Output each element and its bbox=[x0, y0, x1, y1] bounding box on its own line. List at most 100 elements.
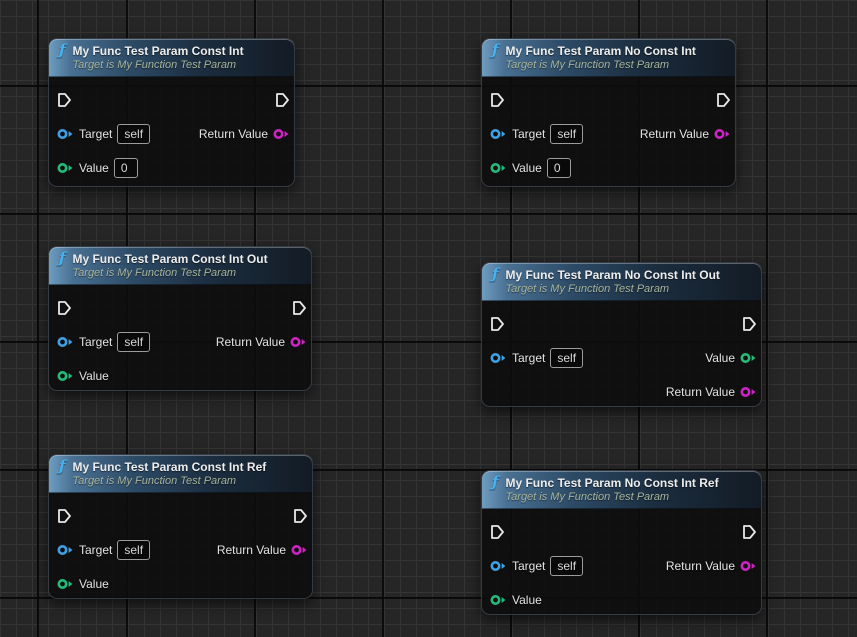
pin-cell-right bbox=[716, 92, 735, 108]
target-default-input[interactable]: self bbox=[550, 556, 583, 576]
node-body: Target self Return Value Value 0 bbox=[49, 77, 294, 189]
node-subtitle: Target is My Function Test Param bbox=[72, 59, 243, 72]
node-header[interactable]: ƒMy Func Test Param Const Int RefTarget … bbox=[49, 455, 312, 493]
exec-in-pin[interactable] bbox=[490, 92, 505, 108]
pin-cell-right: Return Value bbox=[666, 559, 761, 573]
exec-out-pin[interactable] bbox=[293, 508, 308, 524]
pin-cell-left: Target self bbox=[49, 332, 150, 352]
blueprint-node-no-const-int[interactable]: ƒMy Func Test Param No Const IntTarget i… bbox=[481, 38, 736, 187]
blueprint-node-const-int-out[interactable]: ƒ My Func Test Param Const Int OutTarget … bbox=[48, 246, 312, 391]
pin-cell-right: Return Value bbox=[217, 543, 312, 557]
exec-in-pin[interactable] bbox=[490, 316, 505, 332]
node-body: TargetselfReturn ValueValue bbox=[49, 285, 311, 397]
exec-out-pin[interactable] bbox=[275, 92, 290, 108]
node-title: My Func Test Param No Const Int Out bbox=[505, 268, 719, 283]
return-value-pin[interactable] bbox=[740, 560, 757, 572]
node-titles: My Func Test Param Const Int OutTarget i… bbox=[72, 247, 267, 285]
target-pin[interactable] bbox=[490, 560, 507, 572]
pin-cell-left bbox=[49, 300, 72, 316]
node-header[interactable]: ƒMy Func Test Param No Const IntTarget i… bbox=[482, 39, 735, 77]
target-label: Target bbox=[512, 559, 545, 573]
pin-cell-right: Return Value bbox=[640, 127, 735, 141]
value-pin[interactable] bbox=[57, 162, 74, 174]
target-pin[interactable] bbox=[57, 544, 74, 556]
exec-out-pin[interactable] bbox=[742, 316, 757, 332]
node-subtitle: Target is My Function Test Param bbox=[505, 59, 695, 72]
pin-row: Target self Value bbox=[482, 341, 761, 375]
pin-cell-left: Target self bbox=[482, 556, 583, 576]
pin-cell-right: Return Value bbox=[199, 127, 294, 141]
return-value-label: Return Value bbox=[666, 559, 735, 573]
target-pin[interactable] bbox=[57, 128, 74, 140]
function-icon: ƒ bbox=[492, 267, 498, 282]
blueprint-node-no-const-int-ref[interactable]: ƒMy Func Test Param No Const Int RefTarg… bbox=[481, 470, 762, 615]
blueprint-node-const-int[interactable]: ƒMy Func Test Param Const IntTarget is M… bbox=[48, 38, 295, 187]
value-pin[interactable] bbox=[490, 594, 507, 606]
blueprint-node-const-int-ref[interactable]: ƒMy Func Test Param Const Int RefTarget … bbox=[48, 454, 313, 599]
exec-out-pin[interactable] bbox=[716, 92, 731, 108]
pin-cell-left bbox=[482, 316, 505, 332]
pin-row: Value bbox=[49, 567, 312, 601]
pin-row bbox=[482, 83, 735, 117]
pin-cell-right: Value bbox=[705, 351, 761, 365]
target-label: Target bbox=[512, 351, 545, 365]
target-label: Target bbox=[79, 127, 112, 141]
pin-row: Value bbox=[49, 359, 311, 393]
target-default-input[interactable]: self bbox=[117, 540, 150, 560]
function-icon: ƒ bbox=[59, 251, 65, 266]
return-value-pin[interactable] bbox=[740, 386, 757, 398]
pin-row bbox=[482, 307, 761, 341]
value-pin[interactable] bbox=[740, 352, 757, 364]
target-pin[interactable] bbox=[490, 352, 507, 364]
node-body: Target self Value Return Value bbox=[482, 301, 761, 413]
value-pin[interactable] bbox=[490, 162, 507, 174]
exec-in-pin[interactable] bbox=[57, 92, 72, 108]
node-title: My Func Test Param No Const Int Ref bbox=[505, 476, 718, 491]
value-label: Value bbox=[79, 161, 109, 175]
node-header[interactable]: ƒMy Func Test Param Const IntTarget is M… bbox=[49, 39, 294, 77]
pin-cell-left bbox=[49, 92, 72, 108]
return-value-pin[interactable] bbox=[273, 128, 290, 140]
value-label: Value bbox=[512, 593, 542, 607]
value-default-input[interactable]: 0 bbox=[547, 158, 571, 178]
pin-cell-left bbox=[482, 92, 505, 108]
blueprint-canvas[interactable]: ƒMy Func Test Param Const IntTarget is M… bbox=[0, 0, 857, 637]
return-value-label: Return Value bbox=[666, 385, 735, 399]
node-header[interactable]: ƒ My Func Test Param Const Int OutTarget … bbox=[49, 247, 311, 285]
exec-in-pin[interactable] bbox=[490, 524, 505, 540]
pin-cell-right bbox=[275, 92, 294, 108]
value-pin[interactable] bbox=[57, 578, 74, 590]
node-subtitle: Target is My Function Test Param bbox=[505, 283, 719, 296]
target-pin[interactable] bbox=[57, 336, 74, 348]
value-label: Value bbox=[512, 161, 542, 175]
target-default-input[interactable]: self bbox=[550, 348, 583, 368]
pin-row bbox=[482, 515, 761, 549]
node-header[interactable]: ƒMy Func Test Param No Const Int RefTarg… bbox=[482, 471, 761, 509]
node-header[interactable]: ƒ My Func Test Param No Const Int OutTarg… bbox=[482, 263, 761, 301]
target-label: Target bbox=[79, 543, 112, 557]
target-label: Target bbox=[79, 335, 112, 349]
exec-out-pin[interactable] bbox=[292, 300, 307, 316]
target-default-input[interactable]: self bbox=[117, 124, 150, 144]
value-label: Value bbox=[79, 369, 109, 383]
return-value-pin[interactable] bbox=[291, 544, 308, 556]
node-subtitle: Target is My Function Test Param bbox=[505, 491, 718, 504]
exec-in-pin[interactable] bbox=[57, 508, 72, 524]
target-default-input[interactable]: self bbox=[117, 332, 150, 352]
return-value-pin[interactable] bbox=[290, 336, 307, 348]
return-value-pin[interactable] bbox=[714, 128, 731, 140]
blueprint-node-no-const-int-out[interactable]: ƒMy Func Test Param No Const Int OutTarg… bbox=[481, 262, 762, 407]
value-pin[interactable] bbox=[57, 370, 74, 382]
function-icon: ƒ bbox=[59, 459, 65, 474]
value-default-input[interactable]: 0 bbox=[114, 158, 138, 178]
exec-out-pin[interactable] bbox=[742, 524, 757, 540]
exec-in-pin[interactable] bbox=[57, 300, 72, 316]
pin-cell-left: Value 0 bbox=[49, 158, 138, 178]
pin-row: Value 0 bbox=[482, 151, 735, 185]
pin-row: Return Value bbox=[482, 375, 761, 409]
pin-row: Target self Return Value bbox=[49, 533, 312, 567]
target-pin[interactable] bbox=[490, 128, 507, 140]
target-default-input[interactable]: self bbox=[550, 124, 583, 144]
function-icon: ƒ bbox=[59, 43, 65, 58]
pin-cell-left: Value bbox=[482, 593, 542, 607]
